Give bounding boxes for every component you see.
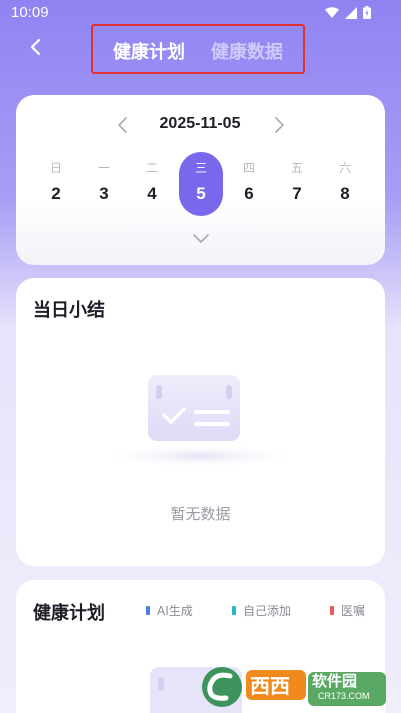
- plan-title: 健康计划: [33, 603, 105, 624]
- tab-health-data[interactable]: 健康数据: [211, 38, 283, 64]
- watermark-url: CR173.COM: [318, 691, 370, 701]
- empty-state-text: 暂无数据: [170, 505, 231, 523]
- summary-title: 当日小结: [33, 300, 105, 321]
- chevron-right-icon: [275, 117, 285, 133]
- site-watermark-logo: [202, 667, 386, 707]
- day-number: 3: [99, 184, 109, 203]
- legend-swatch: [146, 606, 150, 615]
- wifi-icon: [325, 6, 339, 18]
- signal-icon: [345, 6, 357, 19]
- day-number: 2: [51, 184, 61, 203]
- legend-swatch: [330, 606, 334, 615]
- day-item[interactable]: 二 4: [130, 152, 174, 216]
- watermark-tag: 软件园: [312, 672, 358, 690]
- weekday-label: 六: [338, 161, 351, 175]
- day-number: 7: [292, 184, 302, 203]
- chevron-left-icon: [30, 38, 41, 56]
- watermark-brand: 西西: [250, 674, 290, 698]
- weekday-label: 日: [49, 161, 62, 175]
- legend-swatch: [232, 606, 236, 615]
- day-item[interactable]: 日 2: [34, 152, 78, 216]
- expand-calendar-button[interactable]: [191, 231, 211, 245]
- chevron-left-icon: [117, 117, 127, 133]
- legend-doctor-order: 医嘱: [330, 602, 365, 619]
- weekday-label: 三: [194, 161, 207, 175]
- day-item-selected[interactable]: 三 5: [179, 152, 223, 216]
- weekday-label: 一: [97, 161, 110, 175]
- legend-self-added: 自己添加: [232, 602, 291, 619]
- legend-ai-generated: AI生成: [146, 602, 193, 619]
- chevron-down-icon: [193, 234, 209, 244]
- day-number: 8: [340, 184, 350, 203]
- back-button[interactable]: [24, 34, 50, 60]
- legend-label: 医嘱: [341, 604, 366, 618]
- status-icons: [325, 6, 371, 19]
- status-bar: 10:09: [0, 0, 401, 26]
- legend-label: AI生成: [157, 604, 193, 618]
- day-item[interactable]: 四 6: [227, 152, 271, 216]
- weekday-label: 四: [242, 161, 255, 175]
- tab-health-plan[interactable]: 健康计划: [113, 38, 185, 64]
- weekday-label: 五: [290, 161, 303, 175]
- day-number: 6: [244, 184, 254, 203]
- empty-state-illustration: [100, 375, 300, 468]
- legend-label: 自己添加: [243, 604, 292, 618]
- next-date-button[interactable]: [272, 116, 286, 134]
- battery-icon: [363, 6, 371, 19]
- day-number: 4: [147, 184, 157, 203]
- weekday-label: 二: [145, 161, 158, 175]
- current-date[interactable]: 2025-11-05: [150, 115, 250, 133]
- prev-date-button[interactable]: [116, 116, 130, 134]
- day-number: 5: [196, 184, 206, 203]
- day-item[interactable]: 五 7: [275, 152, 319, 216]
- day-item[interactable]: 一 3: [82, 152, 126, 216]
- status-time: 10:09: [11, 4, 49, 21]
- day-item[interactable]: 六 8: [323, 152, 367, 216]
